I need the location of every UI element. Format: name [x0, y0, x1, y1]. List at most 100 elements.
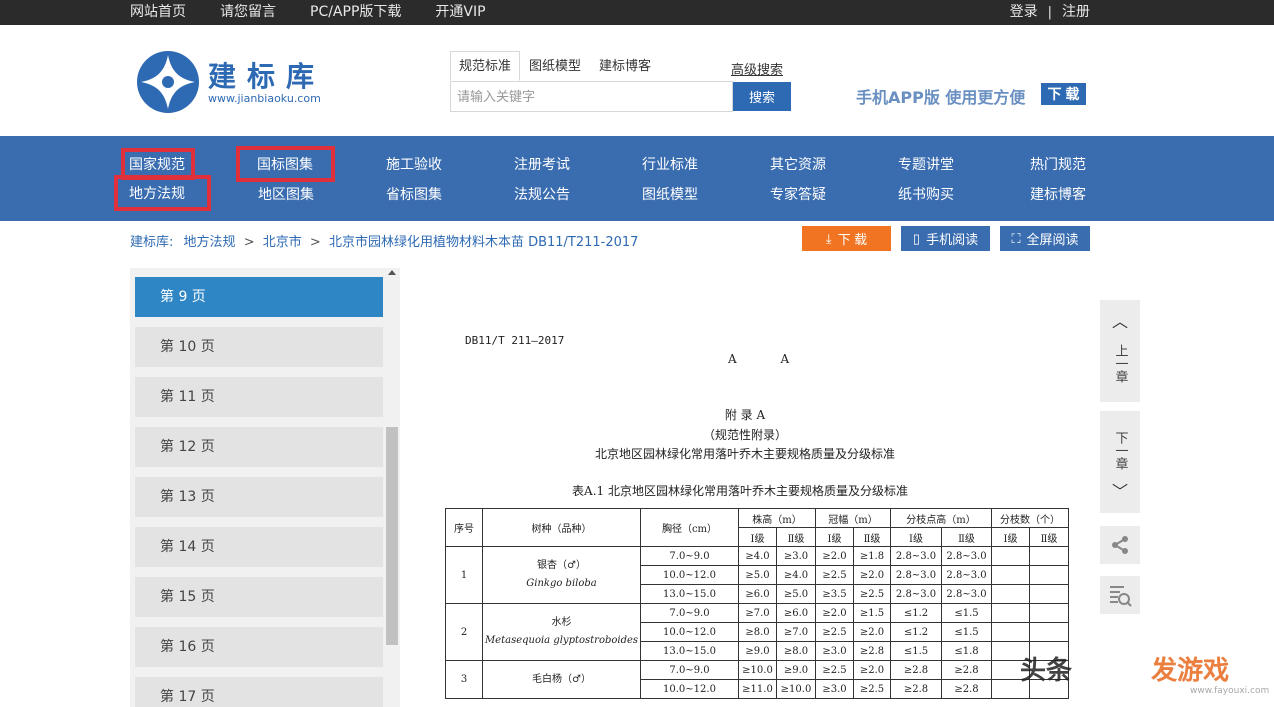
- scroll-up-icon[interactable]: [388, 270, 396, 275]
- table-cell: 2.8~3.0: [941, 546, 992, 566]
- top-link-download[interactable]: PC/APP版下载: [310, 0, 401, 25]
- table-cell: ≥9.0: [776, 660, 816, 680]
- table-cell: [991, 546, 1030, 566]
- prev-chapter-label: 上一章: [1112, 344, 1128, 383]
- breadcrumb-local-regulations[interactable]: 地方法规: [184, 235, 236, 250]
- table-cell: 2.8~3.0: [890, 546, 942, 566]
- app-promo-text: 手机APP版 使用更方便: [856, 88, 1026, 107]
- grade-header: Ⅰ级: [991, 527, 1030, 547]
- top-link-message[interactable]: 请您留言: [220, 0, 276, 25]
- table-cell: ≥6.0: [738, 584, 777, 604]
- fullscreen-read-button[interactable]: ⛶ 全屏阅读: [1000, 226, 1090, 251]
- page-item-14[interactable]: 第 14 页: [135, 527, 383, 567]
- fullscreen-icon: ⛶: [1011, 230, 1021, 246]
- page-item-13[interactable]: 第 13 页: [135, 477, 383, 517]
- search-tab-standards[interactable]: 规范标准: [450, 51, 521, 81]
- species-cell: 毛白杨（♂）: [482, 660, 641, 699]
- login-link[interactable]: 登录: [1010, 0, 1038, 25]
- table-cell: [991, 584, 1030, 604]
- nav-national-standards[interactable]: 国家规范: [121, 148, 195, 180]
- page-item-17[interactable]: 第 17 页: [135, 677, 383, 707]
- share-button[interactable]: [1100, 526, 1140, 564]
- nav-popular-standards[interactable]: 热门规范: [1030, 154, 1086, 174]
- nav-drawing-models[interactable]: 图纸模型: [642, 184, 698, 204]
- breadcrumb-sep: >: [243, 235, 255, 250]
- nav-regional-atlas[interactable]: 地区图集: [258, 184, 314, 204]
- species-cell: 水杉 Metasequoia glyptostroboides: [482, 603, 641, 661]
- table-cell: [1029, 565, 1069, 585]
- table-cell: ≥2.0: [815, 603, 854, 623]
- species-name-cn: 毛白杨（♂）: [532, 673, 591, 685]
- table-cell: ≥2.5: [853, 679, 891, 699]
- table-cell: ≤1.2: [890, 603, 942, 623]
- nav-construction-acceptance[interactable]: 施工验收: [386, 154, 442, 174]
- grade-header: Ⅱ级: [1029, 527, 1069, 547]
- nav-regulation-notices[interactable]: 法规公告: [514, 184, 570, 204]
- nav-provincial-atlas[interactable]: 省标图集: [386, 184, 442, 204]
- page-item-11[interactable]: 第 11 页: [135, 377, 383, 417]
- download-button[interactable]: ⤓ 下 载: [802, 226, 891, 251]
- search-tab-drawings[interactable]: 图纸模型: [520, 51, 590, 81]
- nav-topic-lectures[interactable]: 专题讲堂: [898, 154, 954, 174]
- table-row: 3 毛白杨（♂） 7.0~9.0 ≥10.0 ≥9.0 ≥2.5 ≥2.0 ≥2.8 ≥2.8: [445, 660, 1069, 699]
- breadcrumb-current-doc[interactable]: 北京市园林绿化用植物材料木本苗 DB11/T211-2017: [329, 235, 639, 250]
- account-separator: |: [1047, 5, 1052, 20]
- nav-other-resources[interactable]: 其它资源: [770, 154, 826, 174]
- breadcrumb-sep: >: [309, 235, 321, 250]
- nav-registration-exam[interactable]: 注册考试: [514, 154, 570, 174]
- nav-book-purchase[interactable]: 纸书购买: [898, 184, 954, 204]
- table-cell: ≥2.8: [853, 641, 891, 661]
- breadcrumb-beijing[interactable]: 北京市: [263, 235, 302, 250]
- nav-industry-standards[interactable]: 行业标准: [642, 154, 698, 174]
- table-cell: ≥2.8: [941, 679, 992, 699]
- table-row: 2 水杉 Metasequoia glyptostroboides 7.0~9.0 ≥7…: [445, 603, 1069, 661]
- logo-title[interactable]: 建标库: [208, 55, 325, 95]
- register-link[interactable]: 注册: [1062, 0, 1090, 25]
- page-item-10[interactable]: 第 10 页: [135, 327, 383, 367]
- table-cell: 13.0~15.0: [640, 584, 739, 604]
- advanced-search-link[interactable]: 高级搜索: [731, 59, 783, 78]
- top-link-vip[interactable]: 开通VIP: [435, 0, 485, 25]
- search-tab-blog[interactable]: 建标博客: [590, 51, 660, 81]
- site-logo-icon[interactable]: [137, 51, 199, 113]
- prev-chapter-button[interactable]: ︿ 上一章: [1100, 300, 1140, 402]
- nav-blog[interactable]: 建标博客: [1030, 184, 1086, 204]
- search-button[interactable]: 搜索: [733, 82, 791, 111]
- mobile-read-button[interactable]: ▯ 手机阅读: [901, 226, 990, 251]
- site-header: 建标库 www.jianbiaoku.com 规范标准 图纸模型 建标博客 高级…: [0, 25, 1274, 136]
- search-input[interactable]: [450, 81, 733, 112]
- table-cell: ≥2.0: [853, 622, 891, 642]
- species-name-cn: 银杏（♂）: [537, 560, 586, 571]
- logo-url: www.jianbiaoku.com: [208, 92, 321, 105]
- page-item-16[interactable]: 第 16 页: [135, 627, 383, 667]
- table-cell: ≥2.5: [815, 622, 854, 642]
- page-item-12[interactable]: 第 12 页: [135, 427, 383, 467]
- row-number: 2: [445, 603, 483, 661]
- spec-table: 序号 树种（品种） 胸径（cm） 株高（m） 冠幅（m） 分枝点高（m） 分枝数…: [445, 508, 1069, 699]
- table-cell: ≤1.5: [941, 622, 992, 642]
- table-cell: ≥8.0: [776, 641, 816, 661]
- table-cell: 13.0~15.0: [640, 641, 739, 661]
- top-links: 网站首页 请您留言 PC/APP版下载 开通VIP: [130, 0, 486, 25]
- table-cell: [1029, 603, 1069, 623]
- scrollbar-thumb[interactable]: [386, 427, 398, 645]
- appendix-heading: 附 录 A: [724, 408, 766, 422]
- top-bar: 网站首页 请您留言 PC/APP版下载 开通VIP 登录 | 注册: [0, 0, 1274, 25]
- table-cell: ≤1.5: [941, 603, 992, 623]
- page-item-15[interactable]: 第 15 页: [135, 577, 383, 617]
- table-cell: 10.0~12.0: [640, 679, 739, 699]
- nav-national-atlas[interactable]: 国标图集: [236, 146, 335, 182]
- col-header-species: 树种（品种）: [482, 508, 641, 547]
- table-cell: ≥5.0: [738, 565, 777, 585]
- nav-local-regulations[interactable]: 地方法规: [114, 175, 211, 211]
- breadcrumb-root[interactable]: 建标库:: [130, 235, 173, 250]
- top-link-home[interactable]: 网站首页: [130, 0, 186, 25]
- nav-expert-qa[interactable]: 专家答疑: [770, 184, 826, 204]
- doc-search-button[interactable]: [1100, 576, 1140, 614]
- next-chapter-button[interactable]: 下一章 ﹀: [1100, 411, 1140, 513]
- download-label: 下 载: [837, 232, 868, 247]
- table-cell: 7.0~9.0: [640, 660, 739, 680]
- table-cell: ≥2.8: [890, 660, 942, 680]
- page-item-9[interactable]: 第 9 页: [135, 277, 383, 317]
- app-download-button[interactable]: 下 载: [1041, 83, 1086, 105]
